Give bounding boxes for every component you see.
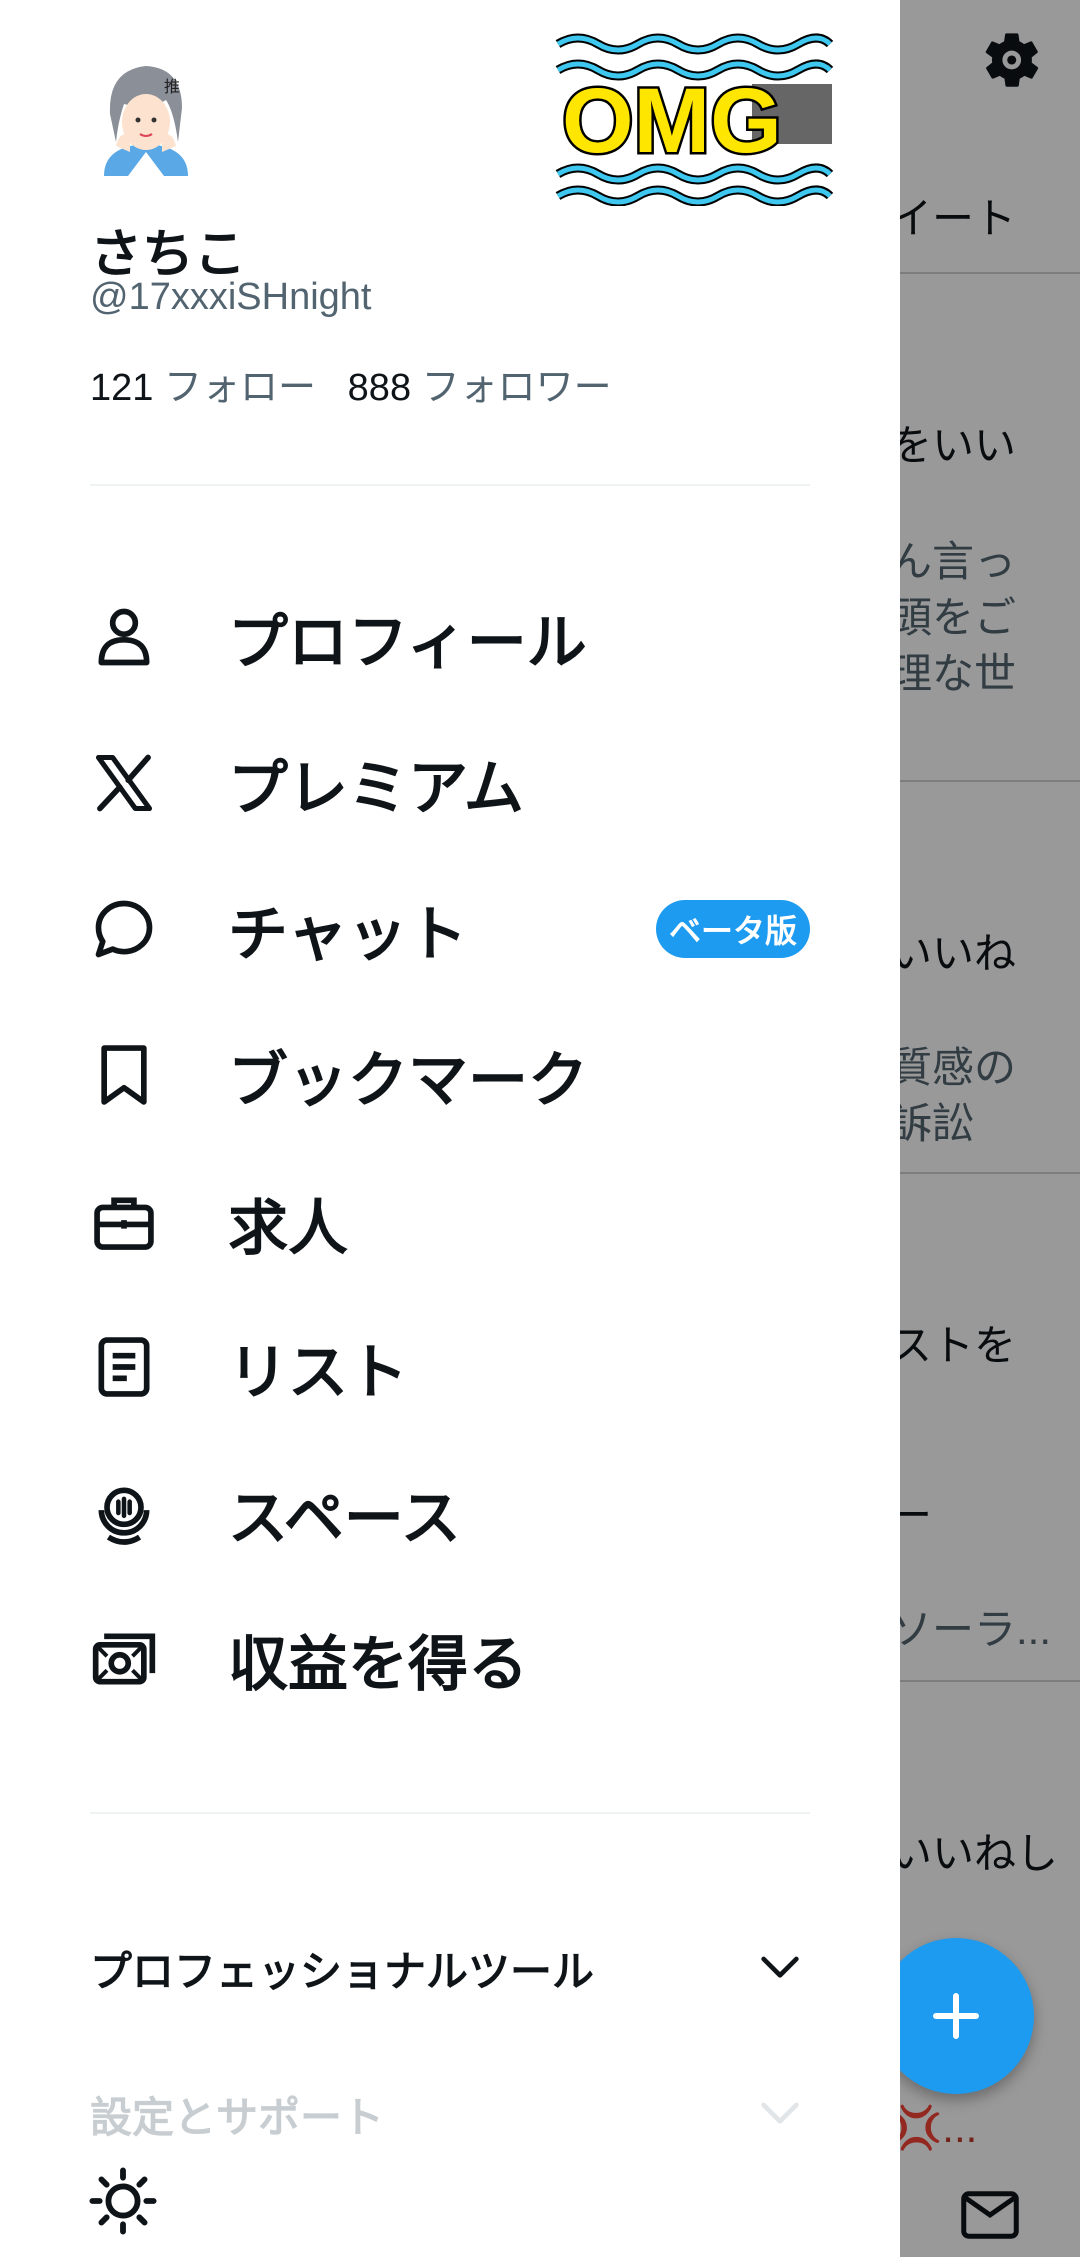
menu-item-bookmarks[interactable]: ブックマーク — [0, 1010, 900, 1140]
compose-fab-button[interactable] — [878, 1938, 1034, 2094]
user-handle: @17xxxiSHnight — [90, 276, 372, 318]
navigation-drawer: 推 OMG さちこ @17xxxiSHnight 121 フォロー 888 フォ… — [0, 0, 900, 2257]
follow-stats: 121 フォロー 888 フォロワー — [90, 356, 612, 411]
professional-tools-toggle[interactable]: プロフェッショナルツール — [0, 1914, 900, 2014]
svg-text:推: 推 — [164, 77, 180, 96]
menu-label: 収益を得る — [228, 1630, 528, 1698]
bookmark-icon — [101, 1045, 147, 1105]
followers-label: フォロワー — [421, 367, 612, 409]
menu-label: ブックマーク — [228, 1046, 588, 1114]
divider — [90, 1812, 810, 1814]
section-label: プロフェッショナルツール — [90, 1948, 595, 1995]
display-mode-sun-icon[interactable] — [88, 2166, 158, 2236]
chevron-down-icon — [761, 2102, 799, 2124]
divider — [90, 484, 810, 486]
svg-text:OMG: OMG — [562, 70, 782, 172]
spaces-icon — [98, 1487, 150, 1545]
menu-item-monetization[interactable]: 収益を得る — [0, 1594, 900, 1724]
menu-item-jobs[interactable]: 求人 — [0, 1158, 900, 1288]
menu-label: リスト — [228, 1338, 408, 1406]
following-count: 121 — [90, 367, 154, 409]
menu-item-chat[interactable]: チャット ベータ版 — [0, 864, 900, 994]
plus-icon — [933, 1993, 979, 2039]
chevron-down-icon — [761, 1956, 799, 1978]
menu-item-profile[interactable]: プロフィール — [0, 572, 900, 702]
menu-label: チャット — [228, 900, 468, 968]
following-link[interactable]: 121 フォロー — [90, 367, 316, 409]
section-label: 設定とサポート — [90, 2094, 385, 2141]
following-label: フォロー — [163, 367, 316, 409]
settings-support-toggle[interactable]: 設定とサポート — [0, 2060, 900, 2160]
money-icon — [92, 1633, 156, 1685]
beta-badge: ベータ版 — [656, 900, 810, 958]
menu-item-premium[interactable]: プレミアム — [0, 718, 900, 848]
menu-label: プロフィール — [228, 608, 587, 676]
x-logo-icon — [95, 754, 153, 812]
menu-label: 求人 — [228, 1194, 348, 1262]
list-icon — [98, 1337, 150, 1397]
followers-link[interactable]: 888 フォロワー — [348, 367, 612, 409]
omg-sticker-image: OMG — [555, 33, 834, 206]
chat-bubble-icon — [95, 900, 153, 958]
menu-label: プレミアム — [228, 754, 524, 822]
person-icon — [98, 608, 150, 666]
profile-avatar[interactable]: 推 — [90, 52, 202, 176]
menu-item-spaces[interactable]: スペース — [0, 1448, 900, 1578]
briefcase-icon — [94, 1197, 154, 1250]
menu-item-lists[interactable]: リスト — [0, 1302, 900, 1432]
menu-label: スペース — [228, 1484, 461, 1552]
followers-count: 888 — [347, 367, 412, 409]
